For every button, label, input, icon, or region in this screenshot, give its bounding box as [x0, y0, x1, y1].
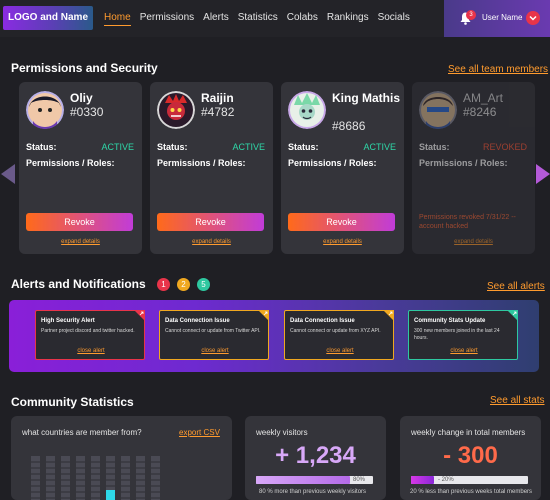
nav-rankings[interactable]: Rankings — [327, 12, 369, 26]
expand-details-link[interactable]: expand details — [150, 239, 273, 245]
alert-text: Cannot connect or update from Twitter AP… — [165, 328, 261, 334]
export-csv-link[interactable]: export CSV — [179, 428, 220, 437]
nav-links: Home Permissions Alerts Statistics Colab… — [104, 12, 419, 26]
user-name[interactable]: User Name — [482, 13, 522, 22]
countries-card: what countries are member from? export C… — [11, 416, 232, 500]
members-change-value: - 300 — [443, 442, 498, 469]
member-card: AM_Art #8246 Status: REVOKED Permissions… — [412, 82, 535, 254]
nav-home[interactable]: Home — [104, 12, 131, 26]
members-note: 20 % less than previous weeks total memb… — [410, 489, 533, 495]
alert-count-yellow[interactable]: 2 — [177, 278, 190, 291]
alert-card: Data Connection Issue Cannot connect or … — [284, 310, 394, 360]
status-value: ACTIVE — [363, 142, 396, 152]
revoke-button[interactable]: Revoke — [288, 213, 395, 231]
member-name: Oliy — [70, 91, 93, 105]
alert-title: Community Stats Update — [414, 318, 486, 324]
stats-title: Community Statistics — [11, 395, 134, 409]
alert-card: High Security Alert Partner project disc… — [35, 310, 145, 360]
member-id: #8686 — [332, 119, 366, 133]
top-nav: LOGO and Name Home Permissions Alerts St… — [0, 0, 550, 37]
alert-title: Data Connection Issue — [290, 318, 355, 324]
revoke-button[interactable]: Revoke — [26, 213, 133, 231]
avatar — [26, 91, 64, 129]
visitors-bar-pct: 80% — [353, 477, 366, 483]
alert-count-green[interactable]: 5 — [197, 278, 210, 291]
nav-statistics[interactable]: Statistics — [238, 12, 278, 26]
status-label: Status: — [419, 142, 450, 152]
close-alert-link[interactable]: close alert — [285, 348, 395, 354]
member-id: #8246 — [463, 105, 497, 119]
members-change-title: weekly change in total members — [411, 428, 526, 437]
close-alert-link[interactable]: close alert — [160, 348, 270, 354]
expand-details-link[interactable]: expand details — [412, 239, 535, 245]
status-label: Status: — [157, 142, 188, 152]
roles-label: Permissions / Roles: — [157, 158, 246, 168]
status-value: REVOKED — [482, 142, 527, 152]
roles-label: Permissions / Roles: — [288, 158, 377, 168]
weekly-visitors-value: + 1,234 — [275, 442, 356, 469]
expand-arrow-icon[interactable] — [383, 310, 394, 321]
carousel-prev-icon[interactable] — [1, 164, 15, 184]
status-label: Status: — [26, 142, 57, 152]
members-bar-fill — [411, 476, 435, 484]
see-all-team-link[interactable]: See all team members — [448, 64, 548, 75]
avatar — [419, 91, 457, 129]
member-name: King Mathis — [332, 91, 400, 105]
member-card: Raijin #4782 Status: ACTIVE Permissions … — [150, 82, 273, 254]
expand-arrow-icon[interactable] — [507, 310, 518, 321]
permissions-title: Permissions and Security — [11, 61, 158, 75]
member-id: #0330 — [70, 105, 104, 119]
status-value: ACTIVE — [232, 142, 265, 152]
weekly-visitors-card: weekly visitors + 1,234 80% 80 % more th… — [245, 416, 386, 500]
member-name: Raijin — [201, 91, 234, 105]
visitors-bar-fill — [256, 476, 350, 484]
weekly-visitors-title: weekly visitors — [256, 428, 308, 437]
close-alert-link[interactable]: close alert — [409, 348, 519, 354]
countries-title: what countries are member from? — [22, 428, 142, 437]
nav-permissions[interactable]: Permissions — [140, 12, 194, 26]
expand-details-link[interactable]: expand details — [281, 239, 404, 245]
alerts-title: Alerts and Notifications — [11, 277, 146, 291]
carousel-next-icon[interactable] — [536, 164, 550, 184]
member-card: King Mathis #8686 Status: ACTIVE Permiss… — [281, 82, 404, 254]
close-alert-link[interactable]: close alert — [36, 348, 146, 354]
countries-chart — [29, 456, 161, 500]
alert-text: 300 new members joined in the last 24 ho… — [414, 328, 500, 341]
expand-details-link[interactable]: expand details — [19, 239, 142, 245]
notification-badge: 3 — [466, 10, 476, 20]
status-value: ACTIVE — [101, 142, 134, 152]
user-menu[interactable]: 3 User Name — [444, 0, 550, 37]
see-all-stats-link[interactable]: See all stats — [490, 395, 544, 406]
alert-text: Cannot connect or update from XYZ API. — [290, 328, 381, 334]
revoke-button[interactable]: Revoke — [157, 213, 264, 231]
nav-socials[interactable]: Socials — [378, 12, 410, 26]
member-card: Oliy #0330 Status: ACTIVE Permissions / … — [19, 82, 142, 254]
alert-text: Partner project discord and twitter hack… — [41, 328, 135, 334]
user-dropdown-button[interactable] — [526, 11, 540, 25]
alert-count-red[interactable]: 1 — [157, 278, 170, 291]
avatar — [157, 91, 195, 129]
members-change-card: weekly change in total members - 300 - 2… — [400, 416, 541, 500]
member-id: #4782 — [201, 105, 235, 119]
alert-title: High Security Alert — [41, 318, 95, 324]
expand-arrow-icon[interactable] — [134, 310, 145, 321]
nav-alerts[interactable]: Alerts — [203, 12, 229, 26]
roles-label: Permissions / Roles: — [26, 158, 115, 168]
avatar — [288, 91, 326, 129]
chevron-down-icon — [529, 15, 537, 21]
members-bar-pct: - 20% — [438, 477, 454, 483]
revoked-note: Permissions revoked 7/31/22 -- account h… — [419, 214, 516, 230]
alert-card: Data Connection Issue Cannot connect or … — [159, 310, 269, 360]
roles-label: Permissions / Roles: — [419, 158, 508, 168]
visitors-note: 80 % more than previous weekly visitors — [259, 489, 367, 495]
status-label: Status: — [288, 142, 319, 152]
alert-card: Community Stats Update 300 new members j… — [408, 310, 518, 360]
nav-colabs[interactable]: Colabs — [287, 12, 318, 26]
member-name: AM_Art — [463, 91, 504, 105]
logo[interactable]: LOGO and Name — [3, 6, 93, 30]
expand-arrow-icon[interactable] — [258, 310, 269, 321]
alert-title: Data Connection Issue — [165, 318, 230, 324]
see-all-alerts-link[interactable]: See all alerts — [487, 281, 545, 292]
